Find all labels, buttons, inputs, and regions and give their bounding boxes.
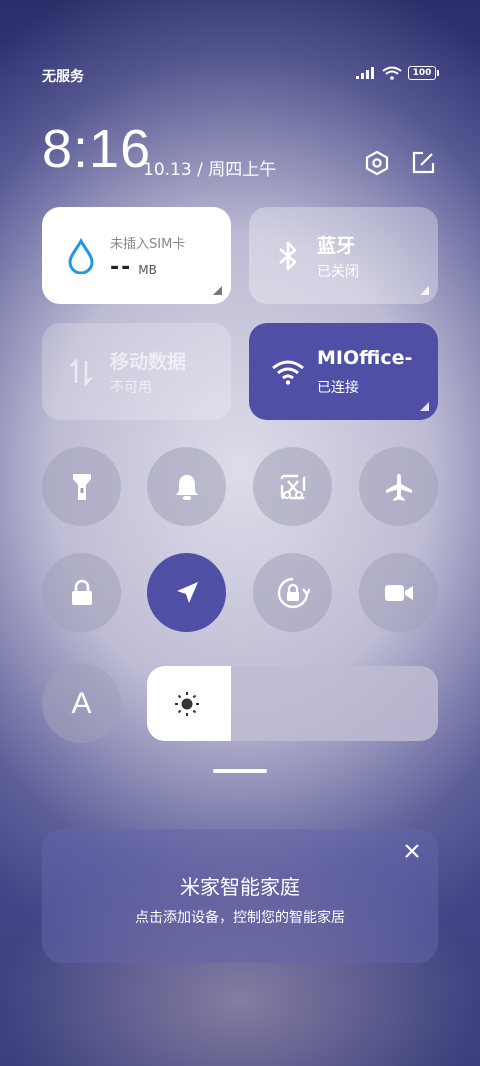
lock-screen-toggle[interactable] <box>42 553 121 632</box>
edit-icon[interactable] <box>408 148 438 178</box>
sun-icon <box>175 692 199 716</box>
data-usage-tile[interactable]: 未插入SIM卡 -- MB <box>42 207 231 304</box>
wifi-status-icon <box>382 66 402 80</box>
mobile-data-icon <box>64 353 98 391</box>
flashlight-toggle[interactable] <box>42 447 121 526</box>
clock-date[interactable]: 10.13 / 周四上午 <box>143 155 276 180</box>
panel-drag-handle[interactable] <box>213 769 267 773</box>
data-usage-label: 未插入SIM卡 <box>110 237 186 252</box>
status-icons: 100 <box>356 66 439 80</box>
bluetooth-icon <box>271 237 305 275</box>
location-toggle[interactable] <box>147 553 226 632</box>
expand-corner-icon <box>420 402 429 411</box>
settings-icon[interactable] <box>362 148 392 178</box>
airplane-toggle[interactable] <box>359 447 438 526</box>
smart-home-title: 米家智能家庭 <box>180 875 300 899</box>
wifi-tile[interactable]: MIOffice- 已连接 <box>249 323 438 420</box>
bluetooth-title: 蓝牙 <box>317 235 356 257</box>
carrier-label: 无服务 <box>42 69 84 85</box>
screenshot-toggle[interactable] <box>253 447 332 526</box>
smart-home-card[interactable]: 米家智能家庭 点击添加设备，控制您的智能家居 <box>42 829 438 963</box>
silent-toggle[interactable] <box>147 447 226 526</box>
bluetooth-status: 已关闭 <box>317 264 359 280</box>
wifi-network-name: MIOffice- <box>317 347 413 369</box>
video-camera-icon <box>384 584 413 601</box>
mobile-data-tile[interactable]: 移动数据 不可用 <box>42 323 231 420</box>
screen-record-toggle[interactable] <box>359 553 438 632</box>
rotation-lock-toggle[interactable] <box>253 553 332 632</box>
auto-brightness-toggle[interactable]: A <box>42 664 121 743</box>
close-icon[interactable] <box>402 841 422 861</box>
data-usage-value: -- <box>110 255 133 280</box>
wifi-icon <box>271 353 305 391</box>
water-drop-icon <box>64 237 98 275</box>
bell-icon <box>175 474 198 500</box>
battery-icon: 100 <box>408 66 439 80</box>
expand-corner-icon <box>213 286 222 295</box>
mobile-data-status: 不可用 <box>110 380 152 396</box>
clock-time: 8:16 <box>42 119 152 179</box>
data-usage-unit: MB <box>138 263 157 277</box>
auto-brightness-label: A <box>71 686 92 720</box>
signal-icon <box>356 67 374 79</box>
wifi-status: 已连接 <box>317 380 359 396</box>
screenshot-icon <box>280 474 305 499</box>
flashlight-icon <box>72 473 91 500</box>
brightness-slider[interactable] <box>147 666 438 741</box>
smart-home-subtitle: 点击添加设备，控制您的智能家居 <box>135 910 345 926</box>
airplane-icon <box>385 473 412 501</box>
expand-corner-icon <box>420 286 429 295</box>
lock-icon <box>71 579 92 605</box>
bluetooth-tile[interactable]: 蓝牙 已关闭 <box>249 207 438 304</box>
mobile-data-title: 移动数据 <box>110 351 187 373</box>
rotation-lock-icon <box>277 577 310 608</box>
location-icon <box>176 581 198 603</box>
